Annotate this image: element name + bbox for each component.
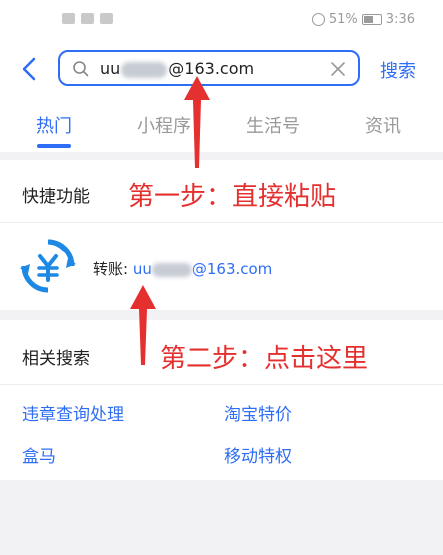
card-divider: [0, 384, 443, 385]
search-button[interactable]: 搜索: [380, 57, 416, 83]
card-divider: [0, 222, 443, 223]
back-button[interactable]: [18, 54, 42, 84]
status-bar: 51% 3:36: [0, 0, 443, 40]
related-search-item[interactable]: 盒马: [22, 442, 56, 467]
related-search-item[interactable]: 移动特权: [224, 442, 292, 467]
tab-life-accounts[interactable]: 生活号: [246, 112, 300, 138]
annotation-step-two: 第二步：点击这里: [160, 344, 369, 374]
search-query-suffix: @163.com: [168, 59, 255, 78]
annotation-arrow-up-icon: [130, 285, 156, 365]
related-searches-title: 相关搜索: [22, 349, 90, 369]
battery-icon: [361, 14, 382, 25]
tab-news[interactable]: 资讯: [365, 112, 401, 138]
transfer-item[interactable]: 转账: uu @163.com: [93, 258, 272, 279]
hd-icon: [62, 13, 75, 24]
search-query: uu @163.com: [100, 59, 254, 78]
notification-icon: [100, 13, 113, 24]
battery-percent: 51%: [328, 12, 358, 27]
redacted-blur: [121, 61, 168, 78]
active-tab-indicator: [37, 144, 71, 148]
clear-icon[interactable]: [330, 61, 346, 77]
transfer-account[interactable]: uu @163.com: [133, 260, 272, 278]
related-search-item[interactable]: 淘宝特价: [224, 400, 292, 425]
transfer-item-icon[interactable]: [20, 238, 76, 298]
redacted-blur: [151, 262, 192, 277]
transfer-account-prefix: uu: [132, 260, 152, 278]
related-search-item[interactable]: 违章查询处理: [22, 400, 124, 425]
search-query-prefix: uu: [100, 59, 121, 78]
transfer-icon: [20, 239, 76, 293]
status-left-icons: [62, 13, 113, 24]
search-icon: [73, 61, 89, 77]
search-header: uu @163.com 搜索: [0, 40, 443, 98]
annotation-arrow-up-icon: [184, 76, 210, 168]
quick-functions-title: 快捷功能: [22, 187, 90, 207]
back-arrow-icon: [22, 57, 36, 81]
alarm-icon: [311, 13, 325, 26]
clock: 3:36: [385, 12, 415, 27]
transfer-label-text: 转账:: [93, 260, 129, 278]
tab-bar: 热门 小程序 生活号 资讯: [0, 98, 443, 152]
signal-icon: [81, 13, 94, 24]
tab-mini-programs[interactable]: 小程序: [137, 112, 191, 138]
status-right: 51% 3:36: [311, 12, 415, 27]
tab-hot[interactable]: 热门: [36, 112, 72, 138]
transfer-account-suffix: @163.com: [191, 260, 273, 278]
annotation-step-one: 第一步：直接粘贴: [128, 182, 337, 212]
